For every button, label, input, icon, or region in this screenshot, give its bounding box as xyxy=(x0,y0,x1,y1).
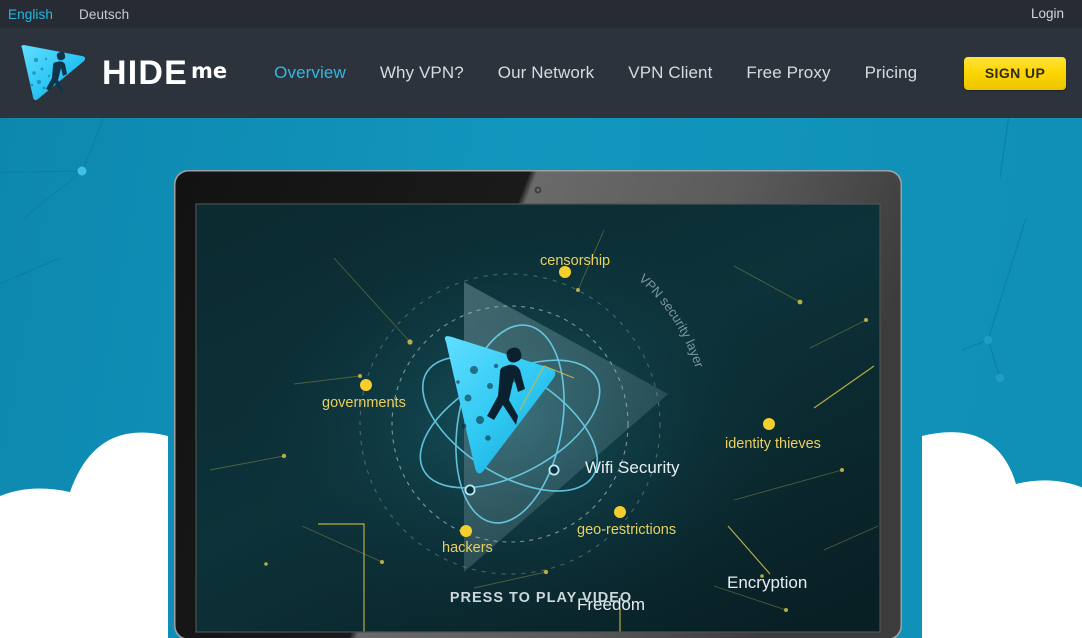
press-to-play-video-button[interactable]: PRESS TO PLAY VIDEO xyxy=(0,590,1082,606)
constellation-node xyxy=(995,373,1005,383)
constellation-right xyxy=(961,118,1027,379)
nav-item-free-proxy[interactable]: Free Proxy xyxy=(729,63,847,83)
site-header: HIDE me Overview Why VPN? Our Network VP… xyxy=(0,28,1082,118)
nav-item-overview[interactable]: Overview xyxy=(257,63,363,83)
page-root: English Deutsch Login HIDE me Overview W… xyxy=(0,0,1082,638)
language-option-deutsch[interactable]: Deutsch xyxy=(79,7,129,22)
language-switcher: English Deutsch xyxy=(0,7,129,22)
top-utility-bar: English Deutsch Login xyxy=(0,0,1082,28)
constellation-node xyxy=(77,166,87,176)
feature-label-wifi-security: Wifi Security xyxy=(585,458,680,477)
nav-item-vpn-client[interactable]: VPN Client xyxy=(611,63,729,83)
hero-section: VPN security layer Wifi Security Encrypt… xyxy=(0,118,1082,638)
sign-up-button[interactable]: SIGN UP xyxy=(964,56,1066,90)
brand-name-primary: HIDE xyxy=(102,54,189,92)
constellation-node xyxy=(983,335,993,345)
brand-name-secondary: me xyxy=(191,59,228,83)
login-link[interactable]: Login xyxy=(1031,6,1064,21)
brand-wordmark: HIDE me xyxy=(102,56,227,90)
laptop-screen: VPN security layer Wifi Security Encrypt… xyxy=(196,204,880,632)
brand-logo-link[interactable]: HIDE me xyxy=(0,40,227,106)
main-navigation: Overview Why VPN? Our Network VPN Client… xyxy=(257,63,934,83)
constellation-left xyxy=(0,118,105,285)
language-option-english[interactable]: English xyxy=(8,7,53,22)
nav-item-our-network[interactable]: Our Network xyxy=(481,63,612,83)
nav-item-why-vpn[interactable]: Why VPN? xyxy=(363,63,481,83)
nav-item-pricing[interactable]: Pricing xyxy=(848,63,935,83)
laptop-mockup: VPN security layer Wifi Security Encrypt… xyxy=(174,170,902,638)
hide-me-triangle-logo-icon xyxy=(21,45,86,101)
top-bar-right: Login xyxy=(1031,5,1082,23)
